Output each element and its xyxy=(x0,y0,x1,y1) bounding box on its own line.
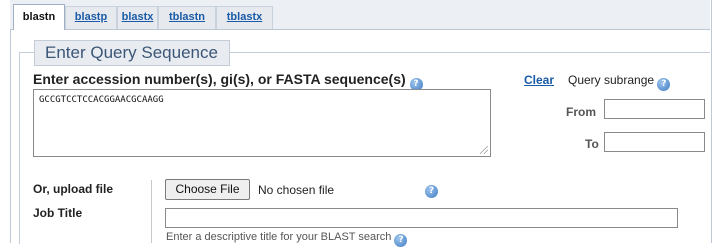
file-status-text: No chosen file xyxy=(258,183,335,197)
subrange-title: Query subrange ? xyxy=(568,73,671,91)
tab-tblastx[interactable]: tblastx xyxy=(216,6,273,29)
job-title-hint-text: Enter a descriptive title for your BLAST… xyxy=(166,231,392,243)
sequence-text: GCCGTCCTCCACGGAACGCAAGG xyxy=(39,95,164,105)
to-input[interactable] xyxy=(604,132,705,152)
choose-file-button[interactable]: Choose File xyxy=(165,179,250,200)
query-label-text: Enter accession number(s), gi(s), or FAS… xyxy=(33,71,406,87)
job-title-hint: Enter a descriptive title for your BLAST… xyxy=(166,231,408,247)
to-label: To xyxy=(585,137,599,151)
tab-tblastn[interactable]: tblastn xyxy=(158,6,216,29)
tab-blastn[interactable]: blastn xyxy=(13,4,65,30)
job-title-label: Job Title xyxy=(33,206,83,220)
sequence-textarea[interactable]: GCCGTCCTCCACGGAACGCAAGG xyxy=(33,89,491,157)
query-label: Enter accession number(s), gi(s), or FAS… xyxy=(33,71,423,91)
job-title-input[interactable] xyxy=(165,208,678,228)
upload-label: Or, upload file xyxy=(33,182,114,196)
row-divider xyxy=(151,180,152,243)
help-icon[interactable]: ? xyxy=(425,185,438,198)
tab-blastp[interactable]: blastp xyxy=(65,6,117,29)
help-icon[interactable]: ? xyxy=(394,234,408,247)
subrange-title-text: Query subrange xyxy=(568,73,655,87)
tab-blastx[interactable]: blastx xyxy=(117,6,158,29)
clear-link[interactable]: Clear xyxy=(524,73,554,87)
section-legend: Enter Query Sequence xyxy=(34,40,230,66)
help-icon[interactable]: ? xyxy=(657,78,671,91)
from-input[interactable] xyxy=(604,99,705,119)
from-label: From xyxy=(566,105,596,119)
resize-grip-icon[interactable] xyxy=(480,146,488,154)
